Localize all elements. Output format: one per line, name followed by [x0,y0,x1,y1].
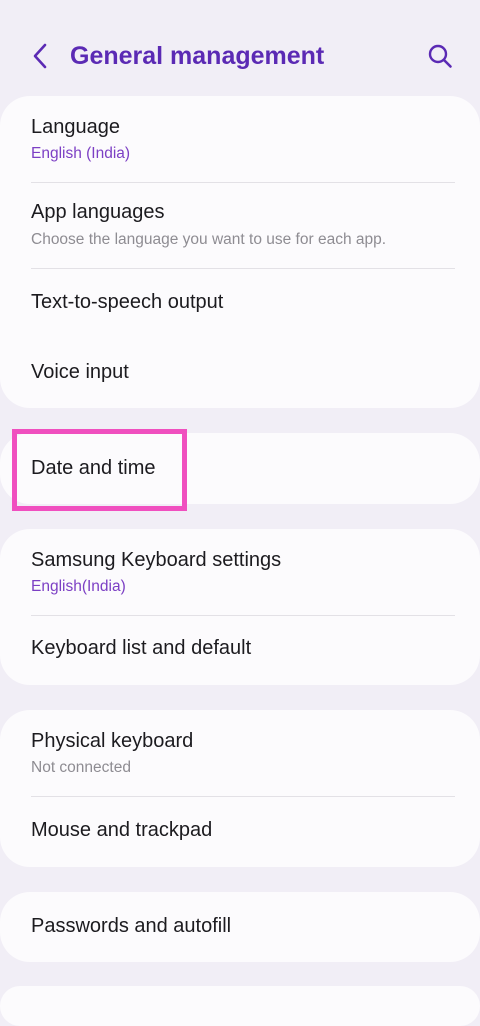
setting-item-voice-input[interactable]: Voice input [0,339,480,408]
setting-item-title: Passwords and autofill [31,915,232,937]
setting-item-app-languages[interactable]: App languages Choose the language you wa… [0,183,480,269]
setting-item-subtitle: Choose the language you want to use for … [31,231,387,248]
search-button[interactable] [420,38,460,74]
setting-item-title: App languages [31,201,165,223]
settings-card-language: Language English (India) App languages C… [0,96,480,408]
page-title: General management [70,42,325,70]
setting-item-keyboard-list[interactable]: Keyboard list and default [0,616,480,685]
setting-item-title: Language [31,116,120,138]
back-button[interactable] [22,38,58,74]
search-icon [428,44,452,68]
setting-item-samsung-keyboard[interactable]: Samsung Keyboard settings English(India) [0,529,480,615]
setting-item-title: Mouse and trackpad [31,819,213,841]
settings-card-date-time: Date and time [0,433,480,504]
settings-card-physical-input: Physical keyboard Not connected Mouse an… [0,710,480,867]
setting-item-date-and-time[interactable]: Date and time [0,433,480,504]
setting-item-title: Voice input [31,361,129,383]
setting-item-title: Keyboard list and default [31,637,252,659]
setting-item-title: Samsung Keyboard settings [31,549,282,571]
setting-item-subtitle: English (India) [31,145,131,162]
setting-item-passwords-autofill[interactable]: Passwords and autofill [0,892,480,962]
setting-item-mouse-trackpad[interactable]: Mouse and trackpad [0,797,480,867]
setting-item-title: Physical keyboard [31,730,194,752]
chevron-left-icon [33,43,47,69]
setting-item-subtitle: English(India) [31,578,126,595]
settings-card-partial [0,986,480,1026]
settings-card-passwords: Passwords and autofill [0,892,480,962]
setting-item-physical-keyboard[interactable]: Physical keyboard Not connected [0,710,480,796]
setting-item-language[interactable]: Language English (India) [0,96,480,182]
settings-card-keyboard: Samsung Keyboard settings English(India)… [0,529,480,685]
setting-item-title: Date and time [31,457,156,479]
setting-item-subtitle: Not connected [31,759,131,776]
setting-item-title: Text-to-speech output [31,291,224,313]
setting-item-text-to-speech[interactable]: Text-to-speech output [0,269,480,339]
